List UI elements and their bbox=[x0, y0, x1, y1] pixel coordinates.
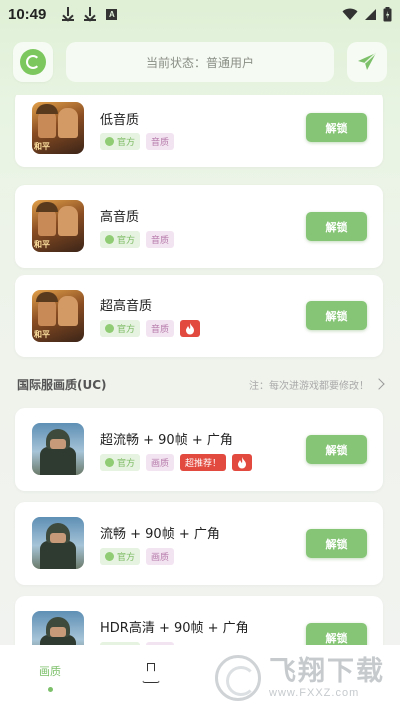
user-status-text: 当前状态：普通用户 bbox=[145, 55, 254, 70]
game-thumbnail bbox=[32, 611, 84, 645]
status-time: 10:49 bbox=[8, 5, 47, 23]
watermark-title: 飞翔下载 bbox=[269, 656, 385, 687]
unlock-button[interactable]: 解锁 bbox=[306, 212, 367, 241]
wifi-icon bbox=[342, 8, 358, 20]
list-item: HDR高清 + 90帧 + 广角 官方 画质 解锁 bbox=[15, 596, 383, 645]
check-icon bbox=[105, 458, 114, 467]
status-bar: 10:49 A bbox=[0, 0, 400, 28]
check-icon bbox=[105, 235, 114, 244]
active-indicator bbox=[47, 687, 53, 692]
unlock-button[interactable]: 解锁 bbox=[306, 529, 367, 558]
section-header: 国际服画质(UC) 注：每次进游戏都要修改！ bbox=[17, 374, 385, 394]
item-title: 超高音质 bbox=[100, 299, 153, 314]
download-icon bbox=[84, 7, 97, 21]
check-icon bbox=[105, 552, 114, 561]
notification-icons: A bbox=[62, 7, 118, 21]
tab-lab[interactable] bbox=[100, 645, 200, 711]
recommended-tag: 超推荐！ bbox=[180, 454, 227, 471]
category-tag: 音质 bbox=[146, 133, 175, 150]
app-logo-icon bbox=[20, 49, 46, 75]
user-status-pill: 当前状态：普通用户 bbox=[66, 42, 334, 82]
game-thumbnail: 和平 bbox=[32, 200, 84, 252]
share-button[interactable] bbox=[347, 42, 387, 82]
item-tags: 官方 画质 超推荐！ bbox=[100, 454, 253, 471]
item-tags: 官方 音质 bbox=[100, 231, 175, 248]
official-tag: 官方 bbox=[100, 454, 141, 471]
app-notification-icon: A bbox=[106, 8, 118, 20]
list-item: 和平 低音质 官方 音质 解锁 bbox=[15, 95, 383, 167]
fire-icon bbox=[180, 320, 201, 337]
item-title: 流畅 + 90帧 + 广角 bbox=[100, 527, 220, 542]
top-header: 当前状态：普通用户 bbox=[13, 42, 387, 82]
logo-button[interactable] bbox=[13, 42, 53, 82]
game-thumbnail: 和平 bbox=[32, 102, 84, 154]
official-tag: 官方 bbox=[100, 548, 141, 565]
paper-plane-icon bbox=[358, 52, 377, 70]
download-icon bbox=[62, 7, 75, 21]
list-item: 超流畅 + 90帧 + 广角 官方 画质 超推荐！ 解锁 bbox=[15, 408, 383, 491]
item-title: 高音质 bbox=[100, 210, 140, 225]
item-title: 超流畅 + 90帧 + 广角 bbox=[100, 433, 233, 448]
settings-list[interactable]: 和平 低音质 官方 音质 解锁 和平 高音质 官方 音质 解锁 和平 超高音质 … bbox=[0, 95, 400, 645]
list-item: 和平 高音质 官方 音质 解锁 bbox=[15, 185, 383, 268]
item-title: HDR高清 + 90帧 + 广角 bbox=[100, 621, 249, 636]
official-tag: 官方 bbox=[100, 133, 141, 150]
battery-icon bbox=[383, 6, 392, 21]
section-title: 国际服画质(UC) bbox=[17, 377, 107, 392]
item-title: 低音质 bbox=[100, 113, 140, 128]
section-note: 注：每次进游戏都要修改！ bbox=[249, 380, 369, 392]
tab-quality-label: 画质 bbox=[39, 665, 61, 678]
list-item: 和平 超高音质 官方 音质 解锁 bbox=[15, 275, 383, 357]
item-tags: 官方 音质 bbox=[100, 133, 175, 150]
list-item: 流畅 + 90帧 + 广角 官方 画质 解锁 bbox=[15, 502, 383, 585]
watermark: 飞翔下载 www.FXXZ.com bbox=[215, 645, 400, 711]
fire-icon bbox=[232, 454, 253, 471]
unlock-button[interactable]: 解锁 bbox=[306, 623, 367, 645]
unlock-button[interactable]: 解锁 bbox=[306, 435, 367, 464]
category-tag: 画质 bbox=[146, 454, 175, 471]
tab-quality[interactable]: 画质 bbox=[0, 645, 100, 711]
unlock-button[interactable]: 解锁 bbox=[306, 113, 367, 142]
game-thumbnail: 和平 bbox=[32, 290, 84, 342]
check-icon bbox=[105, 324, 114, 333]
game-thumbnail bbox=[32, 423, 84, 475]
flask-icon bbox=[141, 663, 159, 683]
item-tags: 官方 音质 bbox=[100, 320, 201, 337]
item-tags: 官方 画质 bbox=[100, 548, 175, 565]
watermark-url: www.FXXZ.com bbox=[269, 687, 360, 699]
unlock-button[interactable]: 解锁 bbox=[306, 301, 367, 330]
watermark-logo bbox=[215, 655, 261, 701]
check-icon bbox=[105, 137, 114, 146]
signal-icon bbox=[365, 8, 376, 20]
category-tag: 画质 bbox=[146, 548, 175, 565]
official-tag: 官方 bbox=[100, 231, 141, 248]
chevron-right-icon[interactable] bbox=[373, 378, 385, 390]
category-tag: 音质 bbox=[146, 231, 175, 248]
official-tag: 官方 bbox=[100, 320, 141, 337]
system-icons bbox=[342, 6, 392, 22]
game-thumbnail bbox=[32, 517, 84, 569]
category-tag: 音质 bbox=[146, 320, 175, 337]
